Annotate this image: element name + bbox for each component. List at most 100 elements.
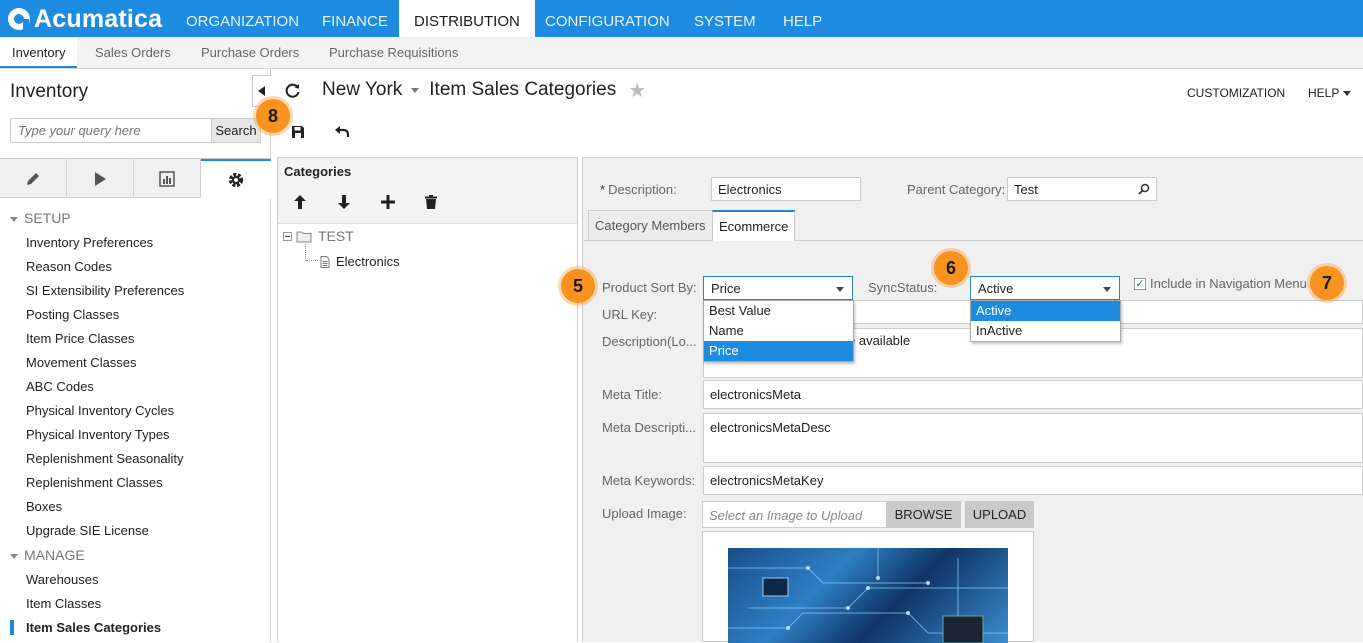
parent-category-value: Test	[1014, 182, 1038, 197]
undo-button[interactable]	[332, 122, 352, 142]
dropdown-option[interactable]: Name	[704, 321, 853, 341]
delete-button[interactable]	[421, 192, 441, 212]
document-icon	[320, 255, 330, 268]
parent-category-field[interactable]: Test	[1007, 177, 1157, 201]
top-nav-distribution[interactable]: DISTRIBUTION	[399, 0, 535, 37]
sub-nav-purchase-orders[interactable]: Purchase Orders	[189, 37, 311, 68]
top-nav-system[interactable]: SYSTEM	[679, 0, 771, 37]
upload-image-label: Upload Image:	[602, 506, 687, 521]
collapse-node-icon	[283, 231, 292, 241]
meta-description-field[interactable]: electronicsMetaDesc	[703, 413, 1363, 463]
top-nav-configuration[interactable]: CONFIGURATION	[530, 0, 685, 37]
nav-link[interactable]: Item Price Classes	[26, 331, 134, 346]
sidebar-tabs	[0, 158, 271, 199]
nav-link[interactable]: Physical Inventory Cycles	[26, 403, 174, 418]
categories-toolbar: Categories	[278, 158, 577, 224]
top-nav-help[interactable]: HELP	[768, 0, 837, 37]
nav-link[interactable]: Movement Classes	[26, 355, 137, 370]
include-nav-label: Include in Navigation Menu	[1150, 276, 1307, 291]
upload-button[interactable]: UPLOAD	[965, 501, 1034, 528]
sync-status-select[interactable]: Active	[970, 276, 1120, 300]
folder-icon	[296, 231, 312, 242]
nav-link[interactable]: Replenishment Classes	[26, 475, 163, 490]
meta-keywords-field[interactable]: electronicsMetaKey	[703, 466, 1363, 495]
description-field[interactable]: Electronics	[711, 177, 861, 201]
callout-badge: 8	[256, 99, 290, 133]
tree-connector	[306, 260, 318, 261]
section-manage[interactable]: MANAGE	[10, 547, 85, 563]
meta-title-field[interactable]: electronicsMeta	[703, 380, 1363, 409]
meta-description-label: Meta Descripti...	[602, 420, 696, 435]
description-local-label: Description(Lo...	[602, 334, 697, 349]
nav-link[interactable]: Upgrade SIE License	[26, 523, 149, 538]
nav-link[interactable]: Posting Classes	[26, 307, 119, 322]
top-nav-organization[interactable]: ORGANIZATION	[171, 0, 314, 37]
upload-image-field[interactable]: Select an Image to Upload	[702, 501, 887, 528]
url-key-label: URL Key:	[602, 307, 658, 322]
help-label: HELP	[1308, 86, 1340, 100]
meta-keywords-label: Meta Keywords:	[602, 473, 696, 488]
nav-link[interactable]: Warehouses	[26, 572, 99, 587]
nav-link-active[interactable]: Item Sales Categories	[26, 620, 161, 635]
dropdown-option-selected[interactable]: Active	[971, 301, 1120, 321]
reports-tab[interactable]	[134, 159, 201, 198]
dropdown-option[interactable]: Best Value	[704, 301, 853, 321]
top-nav-finance[interactable]: FINANCE	[307, 0, 403, 37]
sidebar-search-button[interactable]: Search	[211, 118, 261, 143]
tree-node-child[interactable]: Electronics	[320, 254, 400, 269]
nav-link[interactable]: Reason Codes	[26, 259, 112, 274]
arrow-down-icon	[338, 195, 350, 209]
product-sort-select[interactable]: Price	[703, 276, 853, 300]
category-image	[728, 548, 1008, 643]
include-nav-checkbox[interactable]: ✓	[1134, 278, 1146, 290]
trash-icon	[425, 195, 437, 209]
nav-link[interactable]: Boxes	[26, 499, 62, 514]
plus-icon	[381, 195, 395, 209]
chevron-down-icon[interactable]	[411, 87, 420, 93]
required-marker: *	[600, 182, 606, 197]
browse-button[interactable]: BROWSE	[886, 501, 961, 528]
dropdown-option-selected[interactable]: Price	[704, 341, 853, 361]
sidebar-search-input[interactable]	[10, 118, 212, 143]
sidebar: Inventory Search SETUP Inventory Prefere…	[0, 69, 271, 642]
nav-link[interactable]: SI Extensibility Preferences	[26, 283, 184, 298]
star-icon[interactable]: ★	[628, 78, 646, 103]
undo-icon	[335, 126, 350, 137]
configuration-tab[interactable]	[201, 159, 271, 199]
tab-ecommerce[interactable]: Ecommerce	[712, 210, 796, 241]
help-menu[interactable]: HELP	[1308, 86, 1352, 100]
dropdown-option[interactable]: InActive	[971, 321, 1120, 341]
nav-link[interactable]: Replenishment Seasonality	[26, 451, 184, 466]
nav-link[interactable]: Inventory Preferences	[26, 235, 153, 250]
refresh-icon[interactable]	[282, 80, 302, 100]
customization-menu[interactable]: CUSTOMIZATION	[1187, 86, 1285, 100]
sub-nav-purchase-requisitions[interactable]: Purchase Requisitions	[317, 37, 470, 68]
description-label-text: Description:	[608, 182, 677, 197]
search-icon[interactable]	[1138, 183, 1150, 195]
branch-selector[interactable]: New York	[322, 79, 402, 101]
section-setup[interactable]: SETUP	[10, 210, 71, 226]
parent-category-label: Parent Category:	[907, 182, 1006, 197]
nav-link[interactable]: Physical Inventory Types	[26, 427, 170, 442]
acumatica-logo[interactable]: Acumatica	[8, 5, 162, 33]
product-sort-label: Product Sort By:	[602, 280, 697, 295]
pencil-icon	[27, 172, 39, 185]
gear-icon	[228, 172, 244, 188]
nav-link[interactable]: ABC Codes	[26, 379, 94, 394]
logo-icon	[8, 8, 30, 30]
sidebar-title: Inventory	[10, 81, 89, 102]
arrow-up-icon	[294, 195, 306, 209]
chevron-down-icon	[1343, 91, 1352, 97]
nav-link[interactable]: Item Classes	[26, 596, 101, 611]
edit-tab[interactable]	[0, 159, 67, 198]
process-tab[interactable]	[67, 159, 134, 198]
move-down-button[interactable]	[334, 192, 354, 212]
save-button[interactable]	[288, 122, 308, 142]
add-button[interactable]	[378, 192, 398, 212]
tab-category-members[interactable]: Category Members	[588, 210, 713, 240]
sub-nav-inventory[interactable]: Inventory	[0, 37, 78, 68]
top-nav: Acumatica ORGANIZATION FINANCE DISTRIBUT…	[0, 0, 1363, 37]
move-up-button[interactable]	[290, 192, 310, 212]
sub-nav-sales-orders[interactable]: Sales Orders	[83, 37, 183, 68]
tree-node-root[interactable]: TEST	[283, 228, 354, 244]
